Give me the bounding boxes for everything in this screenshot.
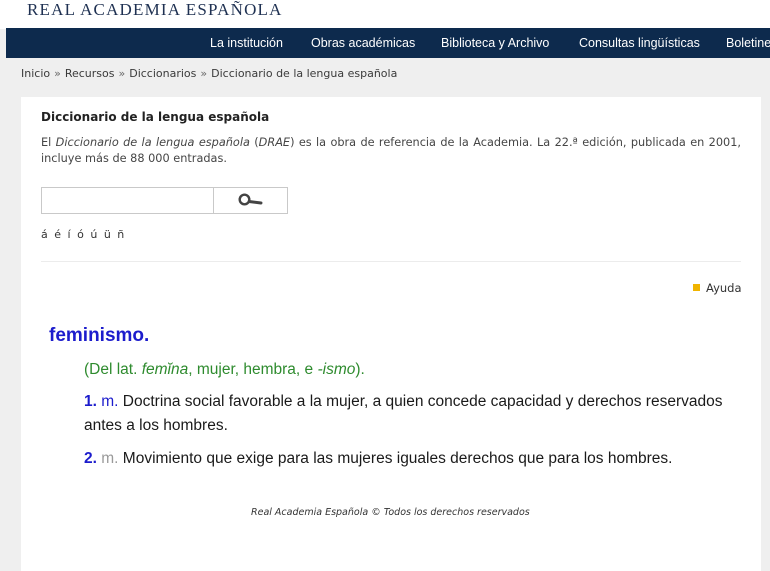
breadcrumb-recursos[interactable]: Recursos [65,67,115,80]
accent-o[interactable]: ó [77,228,84,241]
breadcrumb-inicio[interactable]: Inicio [21,67,50,80]
square-bullet-icon [693,284,700,291]
search-input[interactable] [42,188,214,213]
accent-u-diaeresis[interactable]: ü [104,228,111,241]
magnifier-icon [238,193,263,206]
top-header: REAL ACADEMIA ESPAÑOLA [0,0,770,29]
sense-definition: Movimiento que exige para las mujeres ig… [122,450,673,467]
nav-item-consultas[interactable]: Consultas lingüísticas [579,28,700,58]
sense-definition: Doctrina social favorable a la mujer, a … [84,393,723,434]
breadcrumb-separator: » [54,67,61,80]
breadcrumb-current: Diccionario de la lengua española [211,67,398,80]
breadcrumb-separator: » [118,67,126,80]
accent-u[interactable]: ú [90,228,97,241]
nav-item-obras-academicas[interactable]: Obras académicas [311,28,415,58]
entry-sense: 1. m. Doctrina social favorable a la muj… [84,390,754,438]
copyright-footer: Real Academia Española © Todos los derec… [251,507,530,518]
sense-number: 1. [84,393,97,410]
nav-item-boletines[interactable]: Boletine [726,28,770,58]
nav-item-biblioteca-archivo[interactable]: Biblioteca y Archivo [441,28,549,58]
panel-description: El Diccionario de la lengua española (DR… [41,136,742,165]
accent-i[interactable]: í [68,228,72,241]
accent-n-tilde[interactable]: ñ [117,228,124,241]
sense-number: 2. [84,450,97,467]
accent-e[interactable]: é [54,228,61,241]
entry-etymology: (Del lat. femĭna, mujer, hembra, e -ismo… [84,361,365,378]
site-brand[interactable]: REAL ACADEMIA ESPAÑOLA [27,0,283,20]
dictionary-panel: Diccionario de la lengua española El Dic… [21,97,761,571]
accent-keys: á é í ó ú ü ñ [41,228,127,241]
search-button[interactable] [217,188,287,213]
help-link[interactable]: Ayuda [693,281,742,295]
accent-a[interactable]: á [41,228,48,241]
breadcrumb: Inicio» Recursos» Diccionarios» Diccionario… [21,67,397,80]
panel-title: Diccionario de la lengua española [41,110,270,124]
entry-headword: feminismo. [49,325,150,346]
main-nav: La institución Obras académicas Bibliote… [6,28,770,58]
search-form [41,187,288,214]
breadcrumb-diccionarios[interactable]: Diccionarios [129,67,196,80]
sense-abbreviation[interactable]: m. [101,450,118,467]
entry-sense: 2. m. Movimiento que exige para las muje… [84,447,754,471]
nav-item-institucion[interactable]: La institución [210,28,283,58]
help-label: Ayuda [706,281,742,295]
sense-abbreviation[interactable]: m. [101,393,118,410]
breadcrumb-separator: » [200,67,208,80]
panel-divider [41,261,741,262]
